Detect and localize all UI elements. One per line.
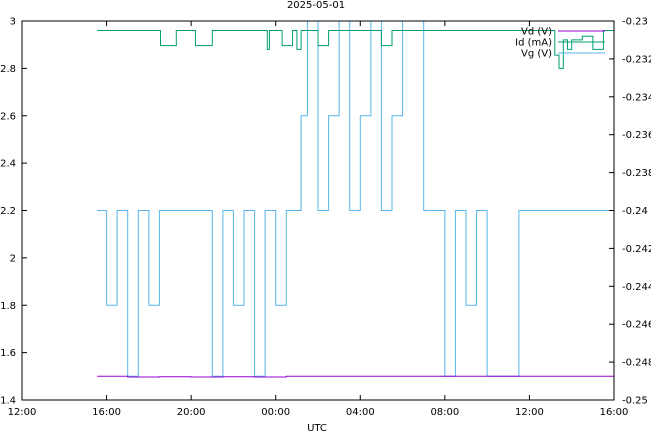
y2-tick-label: -0.242 <box>622 244 651 255</box>
series-line-vd-v <box>97 375 614 378</box>
y-tick-label: 2.6 <box>0 111 16 122</box>
x-tick-label: 16:00 <box>600 407 629 418</box>
y2-tick-label: -0.232 <box>622 54 651 65</box>
x-axis-label: UTC <box>307 423 327 432</box>
x-tick-label: 00:00 <box>261 407 290 418</box>
axis-layer: 12:00 16:00 20:00 00:00 04:00 08:00 12:00 16:00… <box>0 17 651 419</box>
y-tick-label: 2 <box>10 253 16 264</box>
legend-label-vd-v: Vd (V) <box>521 27 552 38</box>
x-tick-label: 12:00 <box>8 407 37 418</box>
y2-tick-label: -0.248 <box>622 358 651 369</box>
y-tick-label: 1.8 <box>0 301 16 312</box>
x-tick-label: 08:00 <box>430 407 459 418</box>
y-tick-label: 2.8 <box>0 64 16 75</box>
y2-tick-label: -0.238 <box>622 168 651 179</box>
y-tick-label: 3 <box>10 17 16 28</box>
legend-label-vg-v: Vg (V) <box>521 49 552 60</box>
chart-svg: 2025-05-01 12:00 16:00 20:00 00:00 04:00 08:0… <box>0 0 651 432</box>
y-tick-label: 2.2 <box>0 206 16 217</box>
y2-tick-label: -0.23 <box>622 17 648 28</box>
y-tick-label: 1.4 <box>0 396 16 407</box>
y2-tick-label: -0.246 <box>622 320 651 331</box>
y2-tick-label: -0.236 <box>622 130 651 141</box>
x-tick-label: 12:00 <box>515 407 544 418</box>
x-tick-label: 16:00 <box>92 407 121 418</box>
y2-tick-label: -0.234 <box>622 92 651 103</box>
y2-tick-label: -0.24 <box>622 206 648 217</box>
legend: Vd (V)Id (mA)Vg (V) <box>515 27 605 60</box>
x-tick-label: 04:00 <box>346 407 375 418</box>
y2-tick-label: -0.25 <box>622 396 648 407</box>
x-tick-label: 20:00 <box>177 407 206 418</box>
series-line-vg-v <box>97 20 614 377</box>
y-tick-label: 1.6 <box>0 348 16 359</box>
series-layer <box>97 20 615 378</box>
legend-label-id-ma: Id (mA) <box>515 38 552 49</box>
chart-title: 2025-05-01 <box>287 0 345 11</box>
y-tick-label: 2.4 <box>0 159 16 170</box>
chart-root: 2025-05-01 12:00 16:00 20:00 00:00 04:00 08:0… <box>0 0 651 432</box>
y2-tick-label: -0.244 <box>622 282 651 293</box>
